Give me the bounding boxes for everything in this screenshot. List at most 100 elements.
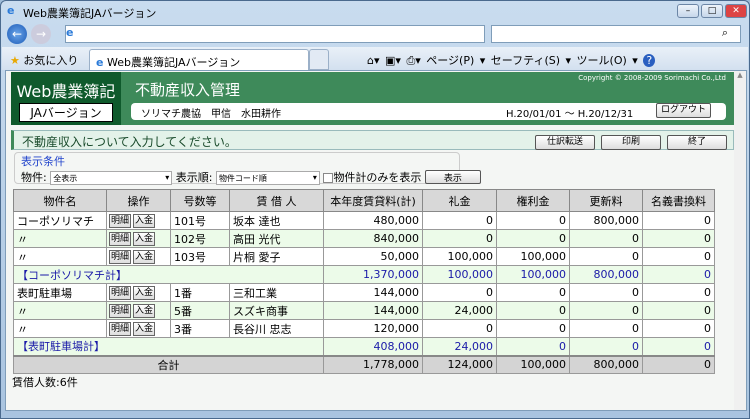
- tenant-name: 三和工業: [229, 283, 324, 302]
- amount-cell: 0: [642, 265, 715, 284]
- amount-cell: 0: [496, 337, 570, 356]
- print-icon[interactable]: ⎙▾: [406, 54, 420, 67]
- favorites-button[interactable]: ★ お気に入り: [10, 52, 78, 68]
- close-button[interactable]: ✕: [725, 4, 747, 18]
- total-amount: 1,778,000: [323, 354, 423, 374]
- page-title: 不動産収入管理: [135, 81, 241, 99]
- total-amount: 100,000: [496, 354, 570, 374]
- payment-button[interactable]: 入金: [133, 232, 156, 246]
- unit-number: 103号: [170, 247, 230, 266]
- feed-icon[interactable]: ▣▾: [385, 54, 401, 67]
- detail-button[interactable]: 明細: [109, 322, 132, 336]
- toolbar-menus: ⌂▾ ▣▾ ⎙▾ ページ(P) ▾ セーフティ(S) ▾ ツール(O) ▾ ?: [367, 52, 656, 68]
- amount-cell: 100,000: [422, 247, 497, 266]
- show-button[interactable]: 表示: [424, 170, 481, 184]
- tenant-name: スズキ商事: [229, 301, 324, 320]
- user-info-bar: ソリマチ農協 甲信 水田耕作 H.20/01/01 ～ H.20/12/31 ロ…: [131, 103, 726, 120]
- browser-window: e Web農業簿記JAバージョン – □ ✕ ← → e ⌕ ★ お気に入り e…: [0, 0, 750, 419]
- back-button[interactable]: ←: [7, 24, 27, 44]
- detail-button[interactable]: 明細: [109, 214, 132, 228]
- table-row: 〃明細 入金 103号 片桐 愛子 50,000 100,000 100,000 0 0: [13, 247, 715, 266]
- ie-icon: e: [96, 56, 104, 69]
- ie-icon: e: [7, 4, 15, 17]
- subtotal-row: 【表町駐車場計】 408,000 24,000 0 0 0: [13, 337, 715, 356]
- column-header: 更新料: [569, 189, 643, 212]
- property-name: 表町駐車場: [13, 283, 107, 302]
- logo-line1: Web農業簿記: [16, 82, 116, 101]
- vertical-scrollbar[interactable]: ▲: [734, 71, 746, 410]
- home-icon[interactable]: ⌂▾: [367, 54, 380, 67]
- amount-cell: 144,000: [323, 301, 423, 320]
- page-content: ▲ Web農業簿記 JAバージョン 不動産収入管理 Copyright © 20…: [5, 70, 747, 411]
- period: H.20/01/01 ～ H.20/12/31: [506, 109, 634, 120]
- journal-transfer-button[interactable]: 仕訳転送: [535, 135, 595, 150]
- exit-button[interactable]: 終了: [667, 135, 727, 150]
- copyright: Copyright © 2008-2009 Sorimachi Co.,Ltd: [578, 74, 726, 82]
- order-select[interactable]: 物件コード順: [215, 171, 320, 185]
- detail-button[interactable]: 明細: [109, 304, 132, 318]
- operations: 明細 入金: [106, 211, 171, 230]
- payment-button[interactable]: 入金: [133, 214, 156, 228]
- order-label: 表示順:: [175, 171, 213, 184]
- amount-cell: 1,370,000: [323, 265, 423, 284]
- amount-cell: 100,000: [496, 265, 570, 284]
- payment-button[interactable]: 入金: [133, 250, 156, 264]
- unit-number: 5番: [170, 301, 230, 320]
- tenant-name: 坂本 達也: [229, 211, 324, 230]
- table-row: 〃明細 入金 3番 長谷川 忠志 120,000 0 0 0 0: [13, 319, 715, 338]
- tenant-name: 片桐 愛子: [229, 247, 324, 266]
- conditions-legend: 表示条件: [21, 155, 65, 168]
- payment-button[interactable]: 入金: [133, 304, 156, 318]
- amount-cell: 0: [642, 319, 715, 338]
- column-header: 物件名: [13, 189, 107, 212]
- logo-line2: JAバージョン: [19, 103, 113, 122]
- payment-button[interactable]: 入金: [133, 322, 156, 336]
- amount-cell: 0: [569, 337, 643, 356]
- app-header: Web農業簿記 JAバージョン 不動産収入管理 Copyright © 2008…: [11, 72, 734, 125]
- property-name: コーポソリマチ: [13, 211, 107, 230]
- unit-number: 1番: [170, 283, 230, 302]
- amount-cell: 0: [569, 283, 643, 302]
- print-button[interactable]: 印刷: [601, 135, 661, 150]
- help-icon[interactable]: ?: [643, 54, 656, 67]
- tenant-name: 長谷川 忠志: [229, 319, 324, 338]
- total-label: 合計: [13, 354, 324, 374]
- table-row: 表町駐車場 明細 入金 1番 三和工業 144,000 0 0 0 0: [13, 283, 715, 302]
- amount-cell: 0: [569, 319, 643, 338]
- amount-cell: 24,000: [422, 301, 497, 320]
- page-menu[interactable]: ページ(P) ▾: [426, 54, 485, 67]
- operations: 明細 入金: [106, 247, 171, 266]
- subtotal-label: 【表町駐車場計】: [13, 337, 324, 356]
- amount-cell: 0: [569, 301, 643, 320]
- forward-button[interactable]: →: [31, 24, 51, 44]
- detail-button[interactable]: 明細: [109, 250, 132, 264]
- amount-cell: 0: [422, 319, 497, 338]
- amount-cell: 0: [496, 319, 570, 338]
- detail-button[interactable]: 明細: [109, 232, 132, 246]
- address-bar[interactable]: e: [65, 25, 485, 43]
- property-income-table: 物件名 操作 号数等賃 借 人本年度賃貸料(計) 礼金 権利金 更新料 名義書換料 コーポソ…: [13, 189, 715, 374]
- amount-cell: 408,000: [323, 337, 423, 356]
- detail-button[interactable]: 明細: [109, 286, 132, 300]
- logout-button[interactable]: ログアウト: [656, 103, 711, 118]
- payment-button[interactable]: 入金: [133, 286, 156, 300]
- amount-cell: 50,000: [323, 247, 423, 266]
- tools-menu[interactable]: ツール(O) ▾: [577, 54, 638, 67]
- search-icon[interactable]: ⌕: [722, 26, 728, 39]
- tenant-name: 高田 光代: [229, 229, 324, 248]
- amount-cell: 0: [642, 283, 715, 302]
- display-conditions: 表示条件 物件: 全表示 表示順: 物件コード順 物件計のみを表示 表示: [14, 152, 481, 185]
- browser-tab[interactable]: e Web農業簿記JAバージョン: [89, 49, 309, 70]
- amount-cell: 800,000: [569, 211, 643, 230]
- column-header: 礼金: [422, 189, 497, 212]
- search-box[interactable]: ⌕: [491, 25, 741, 43]
- column-header: 賃 借 人: [229, 189, 324, 212]
- new-tab-button[interactable]: [309, 49, 329, 70]
- maximize-button[interactable]: □: [701, 4, 723, 18]
- amount-cell: 24,000: [422, 337, 497, 356]
- property-select[interactable]: 全表示: [50, 171, 173, 185]
- amount-cell: 800,000: [569, 265, 643, 284]
- only-total-checkbox[interactable]: [323, 173, 334, 183]
- safety-menu[interactable]: セーフティ(S) ▾: [491, 54, 571, 67]
- minimize-button[interactable]: –: [677, 4, 699, 18]
